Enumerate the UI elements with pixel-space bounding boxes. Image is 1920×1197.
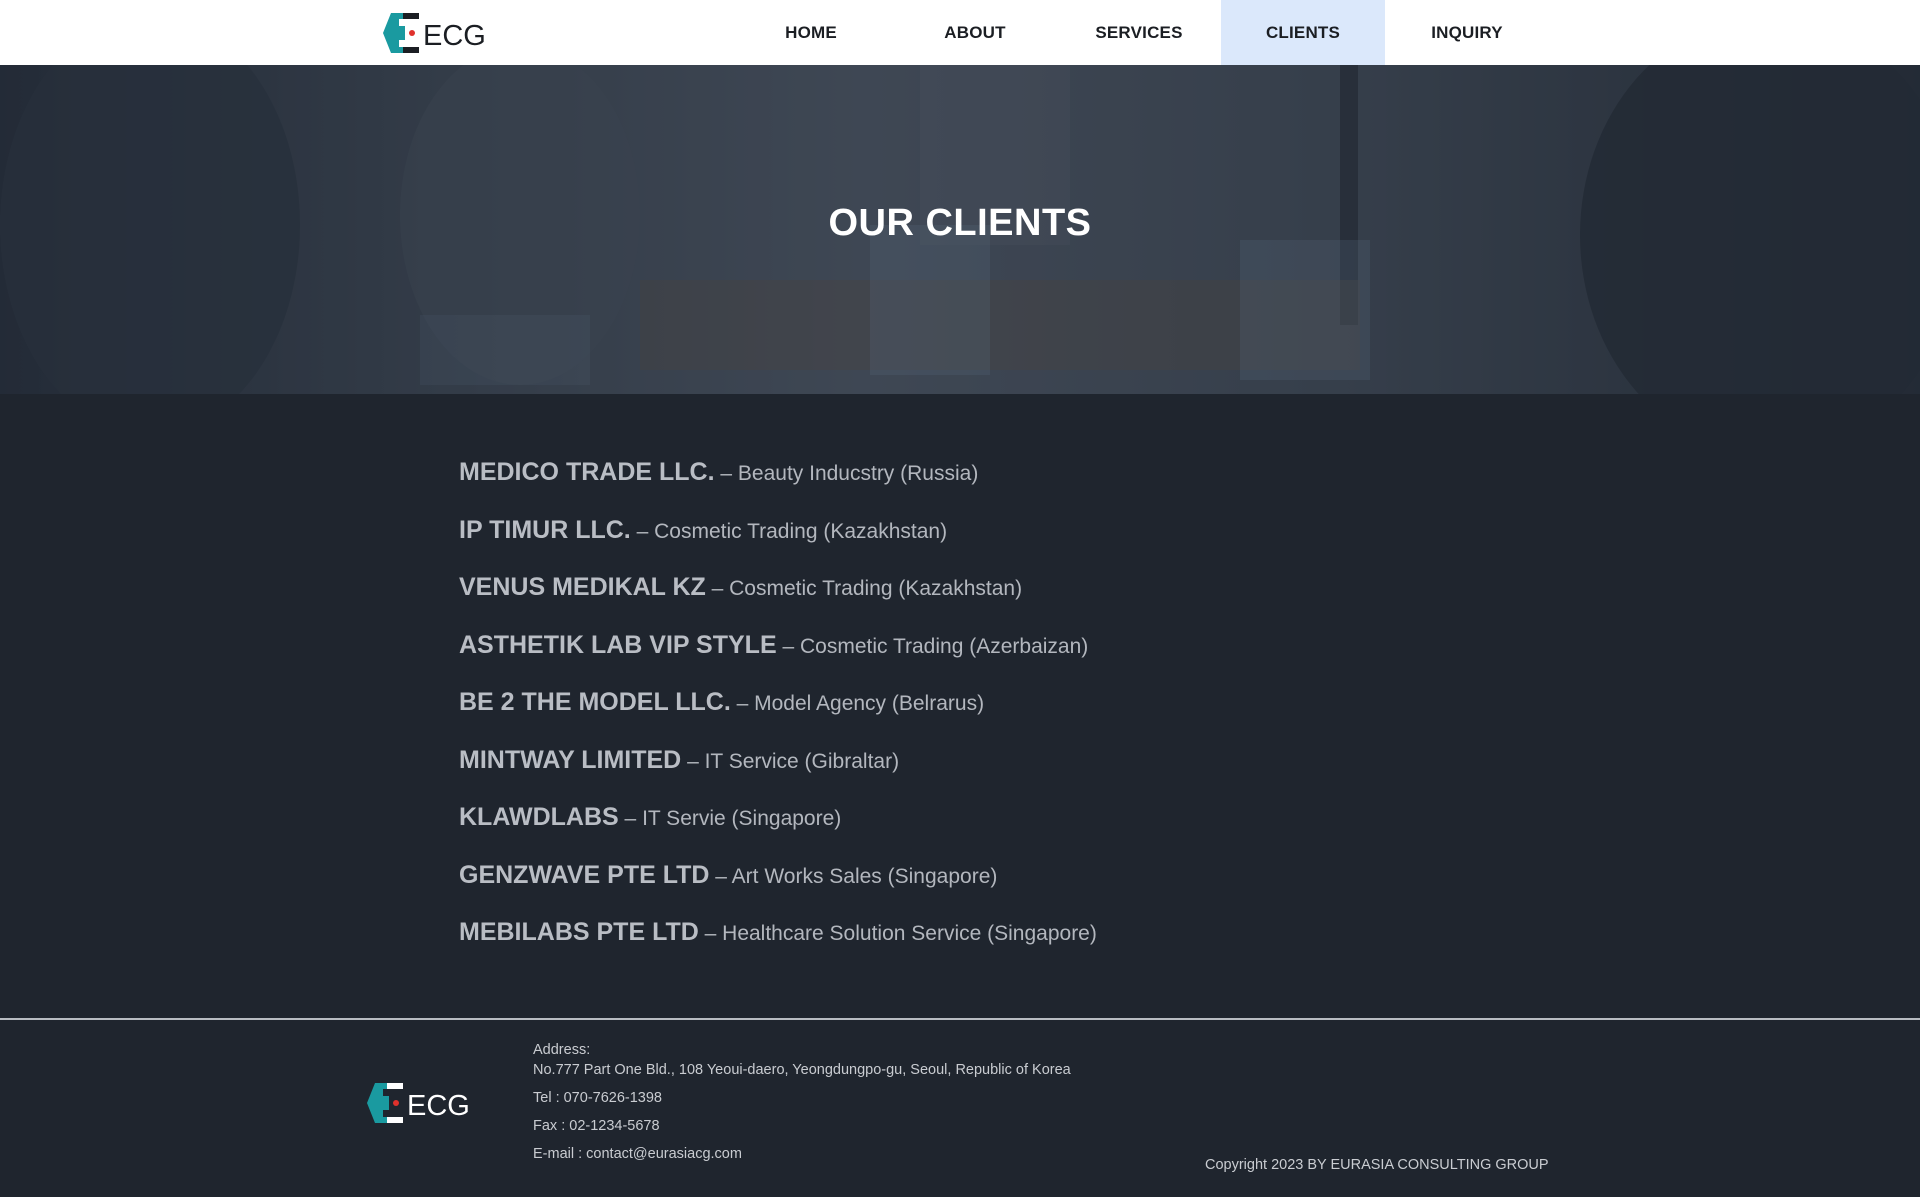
page-title: OUR CLIENTS (828, 202, 1092, 244)
nav-clients[interactable]: CLIENTS (1221, 0, 1385, 65)
main-nav: HOME ABOUT SERVICES CLIENTS INQUIRY (729, 0, 1549, 65)
client-name: MEBILABS PTE LTD (459, 918, 699, 946)
nav-about[interactable]: ABOUT (893, 0, 1057, 65)
hero-banner: OUR CLIENTS (0, 65, 1920, 394)
client-description: – Healthcare Solution Service (Singapore… (698, 922, 1097, 945)
client-item: ASTHETIK LAB VIP STYLE – Cosmetic Tradin… (459, 631, 1097, 689)
footer-divider (0, 1018, 1920, 1020)
nav-services[interactable]: SERVICES (1057, 0, 1221, 65)
svg-text:ECG: ECG (423, 20, 486, 52)
client-description: – IT Servie (Singapore) (618, 807, 842, 830)
client-description: – Cosmetic Trading (Azerbaizan) (776, 634, 1089, 658)
client-item: VENUS MEDIKAL KZ – Cosmetic Trading (Kaz… (459, 573, 1097, 631)
client-item: MINTWAY LIMITED – IT Service (Gibraltar) (459, 746, 1097, 804)
client-name: IP TIMUR LLC. (459, 515, 631, 544)
client-description: – IT Service (Gibraltar) (681, 749, 900, 773)
footer-logo[interactable]: ECG (367, 1081, 471, 1125)
client-item: IP TIMUR LLC. – Cosmetic Trading (Kazakh… (459, 516, 1097, 574)
client-item: MEDICO TRADE LLC. – Beauty Inducstry (Ru… (459, 458, 1097, 516)
client-description: – Cosmetic Trading (Kazakhstan) (705, 577, 1023, 600)
tel-text: Tel : 070-7626-1398 (533, 1090, 662, 1106)
ecg-logo[interactable]: ECG (383, 11, 487, 55)
client-description: – Beauty Inducstry (Russia) (714, 462, 979, 485)
footer-contact-info: Address: No.777 Part One Bld., 108 Yeoui… (533, 1040, 1071, 1164)
copyright-text: Copyright 2023 BY EURASIA CONSULTING GRO… (1205, 1157, 1549, 1173)
nav-inquiry[interactable]: INQUIRY (1385, 0, 1549, 65)
address-label: Address: (533, 1042, 591, 1058)
email-text: E-mail : contact@eurasiacg.com (533, 1146, 742, 1162)
client-name: MINTWAY LIMITED (459, 745, 682, 774)
client-list: MEDICO TRADE LLC. – Beauty Inducstry (Ru… (459, 458, 1097, 976)
client-item: BE 2 THE MODEL LLC. – Model Agency (Belr… (459, 688, 1097, 746)
client-name: VENUS MEDIKAL KZ (459, 573, 706, 601)
client-name: GENZWAVE PTE LTD (459, 860, 710, 889)
svg-text:ECG: ECG (407, 1090, 470, 1122)
client-name: KLAWDLABS (459, 803, 619, 831)
client-name: BE 2 THE MODEL LLC. (459, 688, 731, 716)
client-item: MEBILABS PTE LTD – Healthcare Solution S… (459, 918, 1097, 976)
client-description: – Model Agency (Belrarus) (730, 692, 985, 715)
site-header: ECG HOME ABOUT SERVICES CLIENTS INQUIRY (0, 0, 1920, 66)
client-name: MEDICO TRADE LLC. (459, 458, 715, 486)
client-item: KLAWDLABS – IT Servie (Singapore) (459, 803, 1097, 861)
fax-text: Fax : 02-1234-5678 (533, 1118, 660, 1134)
client-item: GENZWAVE PTE LTD – Art Works Sales (Sing… (459, 861, 1097, 919)
address-text: No.777 Part One Bld., 108 Yeoui-daero, Y… (533, 1062, 1071, 1078)
nav-home[interactable]: HOME (729, 0, 893, 65)
client-name: ASTHETIK LAB VIP STYLE (459, 630, 777, 659)
client-description: – Cosmetic Trading (Kazakhstan) (630, 519, 948, 543)
client-description: – Art Works Sales (Singapore) (709, 864, 998, 888)
